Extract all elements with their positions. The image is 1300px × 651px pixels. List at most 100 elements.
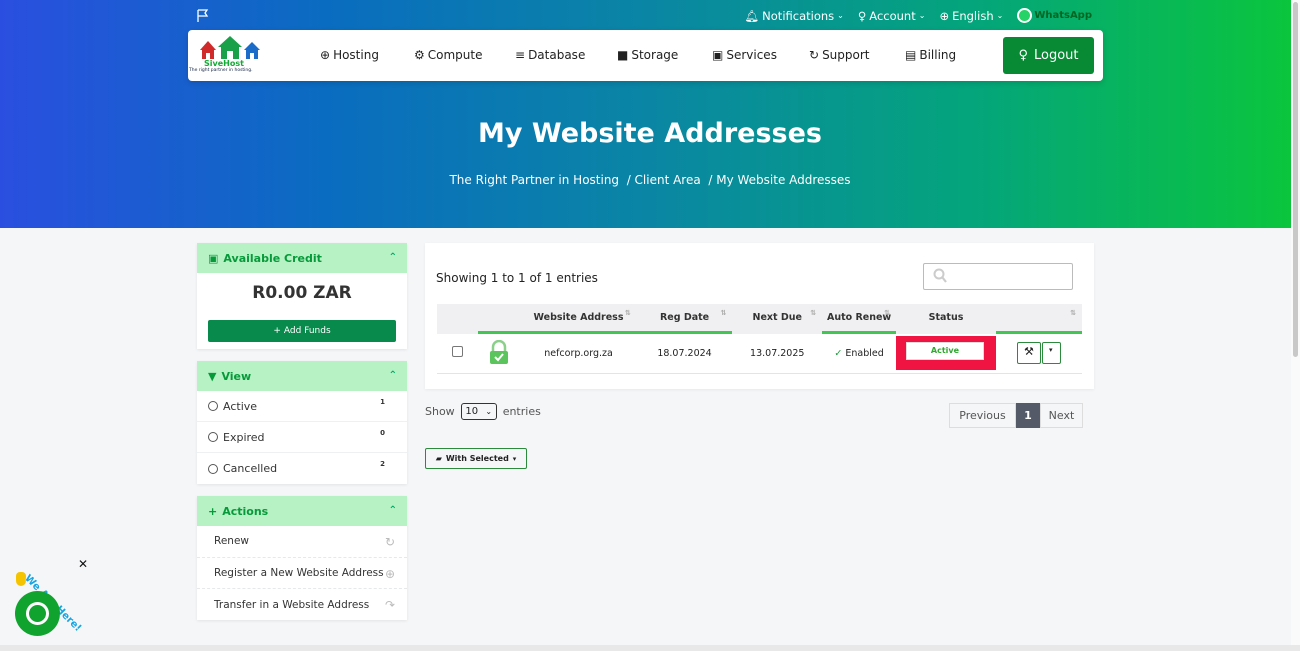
col-next-due[interactable]: Next Due ⇅ — [732, 304, 823, 334]
view-panel: ▼ View ⌃ Active 1 Expired 0 Cancelled 2 — [197, 361, 407, 484]
action-transfer-domain[interactable]: Transfer in a Website Address ↷ — [197, 589, 407, 621]
notifications-menu[interactable]: 🔔︎ Notifications ⌄ — [745, 9, 844, 23]
radio-icon — [208, 463, 218, 474]
actions-panel: + Actions ⌃ Renew ↻ Register a New Websi… — [197, 496, 407, 620]
pagination-page-1[interactable]: 1 — [1016, 403, 1040, 428]
col-website-address[interactable]: Website Address ⇅ — [520, 304, 637, 334]
check-icon: ✓ — [834, 347, 843, 359]
nav-hosting[interactable]: ⊕ Hosting — [320, 48, 414, 62]
topbar: 🔔︎ Notifications ⌄ ♀︎ Account ⌄ ⊕ Englis… — [0, 8, 1300, 26]
nav-database[interactable]: ≡ Database — [515, 48, 617, 62]
pagination-previous[interactable]: Previous — [949, 403, 1016, 428]
language-menu[interactable]: ⊕ English ⌄ — [939, 9, 1003, 23]
status-highlight: Active — [896, 336, 996, 370]
col-status[interactable]: Status — [896, 304, 996, 334]
credit-panel-header[interactable]: ▣ Available Credit ⌃ — [197, 243, 407, 273]
box-icon: ■ — [617, 48, 629, 62]
page-title: My Website Addresses — [478, 118, 822, 149]
sort-icon: ⇅ — [884, 309, 890, 317]
hero-banner: 🔔︎ Notifications ⌄ ♀︎ Account ⌄ ⊕ Englis… — [0, 0, 1300, 228]
domain-name[interactable]: nefcorp.org.za — [520, 332, 637, 374]
page-length-select[interactable]: 10 ⌄ — [460, 403, 497, 420]
count-badge: 1 — [380, 398, 385, 406]
nav-billing[interactable]: ▤ Billing — [905, 48, 985, 62]
globe-icon: ⊕ — [939, 8, 950, 23]
database-icon: ≡ — [515, 48, 526, 62]
sort-icon: ⇅ — [720, 309, 727, 317]
brand-tagline: The right partner in hosting. — [189, 68, 253, 73]
breadcrumb-client-area[interactable]: Client Area — [635, 173, 701, 187]
search-input[interactable] — [923, 263, 1073, 290]
flag-icon[interactable] — [197, 9, 209, 23]
status-badge: Active — [906, 342, 984, 360]
caret-down-icon: ▾ — [1049, 346, 1053, 354]
chat-bubble-icon — [26, 602, 49, 625]
chevron-down-icon: ⌄ — [485, 407, 493, 416]
radio-icon — [208, 401, 218, 411]
gift-icon: ▣ — [712, 48, 724, 62]
chevron-down-icon: ⌄ — [996, 11, 1004, 20]
chevron-up-icon: ⌃ — [388, 505, 397, 516]
breadcrumb-home[interactable]: The Right Partner in Hosting — [449, 173, 619, 187]
col-actions[interactable]: ⇅ — [996, 304, 1082, 334]
count-badge: 2 — [380, 460, 385, 468]
globe-icon: ⊕ — [384, 566, 395, 581]
action-register-domain[interactable]: Register a New Website Address ⊕ — [197, 558, 407, 589]
add-funds-button[interactable]: + Add Funds — [208, 320, 396, 342]
close-icon[interactable]: ✕ — [78, 557, 88, 571]
sort-icon: ⇅ — [810, 309, 817, 317]
invoice-icon: ▤ — [905, 48, 917, 62]
ssl-lock-icon[interactable] — [488, 339, 510, 364]
horizontal-scrollbar[interactable] — [0, 645, 1300, 651]
radio-icon — [208, 432, 218, 442]
view-filter-active[interactable]: Active 1 — [197, 391, 407, 422]
user-icon: ♀︎ — [857, 8, 867, 23]
chevron-up-icon: ⌃ — [388, 370, 397, 381]
folder-open-icon: ▰ — [435, 454, 442, 463]
view-filter-expired[interactable]: Expired 0 — [197, 422, 407, 453]
view-filter-cancelled[interactable]: Cancelled 2 — [197, 453, 407, 484]
user-icon: ♀︎ — [1018, 48, 1028, 63]
row-actions-dropdown[interactable]: ▾ — [1042, 342, 1061, 364]
col-reg-date[interactable]: Reg Date ⇅ — [636, 304, 733, 334]
chat-launcher-button[interactable] — [15, 591, 60, 636]
col-icon — [478, 304, 521, 334]
main-navbar: SiveHost The right partner in hosting. ⊕… — [188, 30, 1103, 81]
account-menu[interactable]: ♀︎ Account ⌄ — [858, 9, 926, 23]
whatsapp-link[interactable]: WhatsApp — [1017, 8, 1092, 23]
action-renew[interactable]: Renew ↻ — [197, 526, 407, 558]
wrench-icon: ⚒︎ — [1024, 345, 1034, 358]
count-badge: 0 — [380, 429, 385, 437]
domains-table: Website Address ⇅ Reg Date ⇅ Next Due ⇅ Aut… — [437, 304, 1082, 374]
view-panel-header[interactable]: ▼ View ⌃ — [197, 361, 407, 391]
nav-compute[interactable]: ⚙ Compute — [414, 48, 515, 62]
next-due-date: 13.07.2025 — [732, 332, 823, 374]
chevron-down-icon: ⌄ — [837, 11, 844, 20]
pagination-next[interactable]: Next — [1040, 403, 1083, 428]
breadcrumb-current: My Website Addresses — [716, 173, 851, 187]
col-auto-renew[interactable]: Auto Renew ⇅ — [822, 304, 896, 334]
nav-support[interactable]: ↻ Support — [809, 48, 905, 62]
scrollbar-thumb[interactable] — [1293, 2, 1298, 357]
share-icon: ↷ — [384, 598, 395, 612]
table-row[interactable]: nefcorp.org.za 18.07.2024 13.07.2025 ✓ E… — [437, 332, 1082, 374]
nav-services[interactable]: ▣ Services — [712, 48, 809, 62]
with-selected-button[interactable]: ▰ With Selected ▾ — [425, 448, 527, 469]
nav-storage[interactable]: ■ Storage — [617, 48, 712, 62]
caret-down-icon: ▾ — [512, 454, 517, 463]
headset-icon: ↻ — [809, 48, 820, 62]
search-icon — [933, 268, 947, 283]
plus-icon: + — [208, 504, 218, 518]
sort-icon: ⇅ — [624, 309, 631, 317]
filter-icon: ▼ — [208, 369, 217, 383]
logout-button[interactable]: ♀︎ Logout — [1003, 37, 1094, 74]
row-checkbox[interactable] — [452, 346, 463, 357]
credit-amount: R0.00 ZAR — [252, 283, 352, 303]
scrollbar[interactable] — [1291, 0, 1300, 651]
actions-panel-header[interactable]: + Actions ⌃ — [197, 496, 407, 526]
manage-button[interactable]: ⚒︎ — [1017, 342, 1041, 364]
table-header-row: Website Address ⇅ Reg Date ⇅ Next Due ⇅ Aut… — [437, 304, 1082, 334]
chevron-up-icon: ⌃ — [388, 252, 397, 263]
page-length-control: Show 10 ⌄ entries — [425, 403, 541, 420]
credit-panel: ▣ Available Credit ⌃ R0.00 ZAR + Add Fun… — [197, 243, 407, 349]
